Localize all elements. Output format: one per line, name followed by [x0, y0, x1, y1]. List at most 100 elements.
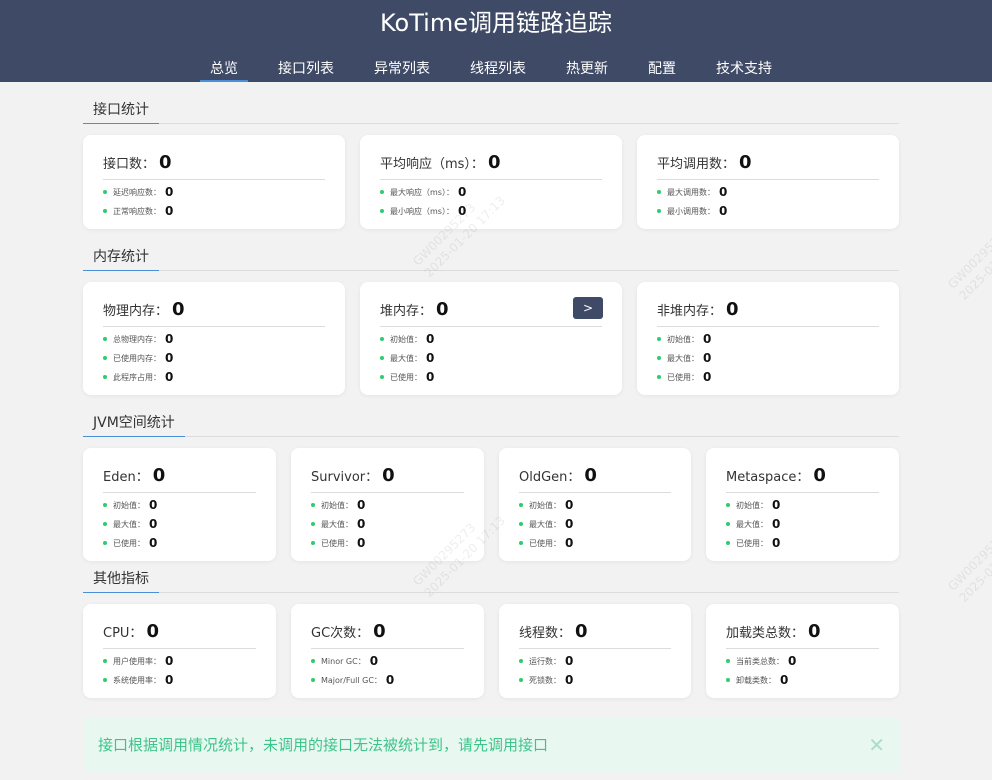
bullet-dot-icon [103, 209, 107, 213]
stat-item: 最大调用数： 0 [657, 184, 727, 200]
stat-item: 总物理内存： 0 [103, 331, 173, 347]
bullet-dot-icon [519, 503, 523, 507]
card-value: 0 [436, 298, 449, 320]
card-label: 平均响应（ms）： [380, 156, 484, 172]
card-eden: Eden： 0 初始值： 0 最大值： 0 已使用： 0 [83, 448, 276, 561]
app-title: KoTime调用链路追踪 [380, 9, 612, 37]
tab-thread-list[interactable]: 线程列表 [466, 58, 530, 82]
bullet-dot-icon [657, 356, 661, 360]
bullet-dot-icon [726, 659, 730, 663]
bullet-dot-icon [380, 337, 384, 341]
stat-item: 延迟响应数： 0 [103, 184, 173, 200]
bullet-dot-icon [726, 522, 730, 526]
bullet-dot-icon [103, 503, 107, 507]
stat-item: 卸载类数： 0 [726, 672, 788, 688]
bullet-dot-icon [380, 356, 384, 360]
divider [311, 492, 464, 493]
bullet-dot-icon [519, 522, 523, 526]
card-loaded-classes: 加载类总数： 0 当前类总数： 0 卸载类数： 0 [706, 604, 899, 698]
bullet-dot-icon [311, 541, 315, 545]
top-header: KoTime调用链路追踪 总览 接口列表 异常列表 线程列表 热更新 配置 技术… [0, 0, 992, 82]
card-label: Metaspace： [726, 469, 810, 485]
tab-overview[interactable]: 总览 [200, 58, 248, 82]
card-value: 0 [159, 151, 172, 173]
section-interface-stats: 接口统计 [83, 100, 899, 124]
stat-item: 已使用内存： 0 [103, 350, 173, 366]
card-value: 0 [584, 464, 597, 486]
stat-item: 最小调用数： 0 [657, 203, 727, 219]
stat-item: 已使用： 0 [519, 535, 573, 551]
stat-item: 系统使用率： 0 [103, 672, 173, 688]
bullet-dot-icon [380, 190, 384, 194]
bullet-dot-icon [103, 190, 107, 194]
stat-item: 最小响应（ms）： 0 [380, 203, 466, 219]
card-label: 物理内存： [103, 303, 169, 319]
heap-detail-button[interactable]: > [573, 297, 603, 319]
info-notice: 接口根据调用情况统计，未调用的接口无法被统计到，请先调用接口 ✕ [83, 718, 899, 772]
card-avg-calls: 平均调用数： 0 最大调用数： 0 最小调用数： 0 [637, 135, 899, 229]
tab-hot-update[interactable]: 热更新 [562, 58, 612, 82]
bullet-dot-icon [103, 659, 107, 663]
close-icon[interactable]: ✕ [868, 718, 885, 772]
stat-item: 初始值： 0 [519, 497, 573, 513]
bullet-dot-icon [311, 659, 315, 663]
stat-item: 初始值： 0 [103, 497, 157, 513]
card-survivor: Survivor： 0 初始值： 0 最大值： 0 已使用： 0 [291, 448, 484, 561]
card-value: 0 [487, 151, 501, 173]
card-oldgen: OldGen： 0 初始值： 0 最大值： 0 已使用： 0 [499, 448, 691, 561]
bullet-dot-icon [380, 375, 384, 379]
section-memory-stats: 内存统计 [83, 247, 899, 271]
stat-item: 已使用： 0 [380, 369, 434, 385]
stat-item: 已使用： 0 [103, 535, 157, 551]
stat-item: 最大值： 0 [726, 516, 780, 532]
card-value: 0 [739, 151, 752, 173]
bullet-dot-icon [726, 678, 730, 682]
notice-text: 接口根据调用情况统计，未调用的接口无法被统计到，请先调用接口 [98, 736, 549, 754]
section-title: JVM空间统计 [83, 413, 185, 437]
card-heap-memory: 堆内存： 0 > 初始值： 0 最大值： 0 已使用： 0 [360, 282, 622, 395]
stat-item: 初始值： 0 [311, 497, 365, 513]
watermark: GW002952732025-01-20 17:13 [945, 216, 992, 303]
bullet-dot-icon [726, 503, 730, 507]
stat-item: Major/Full GC： 0 [311, 672, 394, 688]
stat-item: 死锁数： 0 [519, 672, 573, 688]
bullet-dot-icon [519, 659, 523, 663]
card-value: 0 [808, 620, 821, 642]
tab-exception-list[interactable]: 异常列表 [370, 58, 434, 82]
divider [380, 326, 602, 327]
stat-item: 用户使用率： 0 [103, 653, 173, 669]
section-other-metrics: 其他指标 [83, 569, 899, 593]
bullet-dot-icon [103, 678, 107, 682]
tab-config[interactable]: 配置 [644, 58, 680, 82]
bullet-dot-icon [311, 678, 315, 682]
tab-tech-support[interactable]: 技术支持 [712, 58, 776, 82]
stat-item: 最大值： 0 [103, 516, 157, 532]
stat-item: 最大响应（ms）： 0 [380, 184, 466, 200]
bullet-dot-icon [657, 375, 661, 379]
card-label: Eden： [103, 469, 149, 485]
divider [103, 492, 256, 493]
watermark: GW002952732025-01-20 17:13 [945, 518, 992, 605]
section-title: 接口统计 [83, 100, 159, 124]
stat-item: 初始值： 0 [380, 331, 434, 347]
section-title: 内存统计 [83, 247, 159, 271]
stat-item: Minor GC： 0 [311, 653, 378, 669]
bullet-dot-icon [519, 678, 523, 682]
card-label: Survivor： [311, 469, 379, 485]
stat-item: 运行数： 0 [519, 653, 573, 669]
card-cpu: CPU： 0 用户使用率： 0 系统使用率： 0 [83, 604, 276, 698]
divider [519, 492, 671, 493]
card-value: 0 [373, 620, 386, 642]
divider [380, 179, 602, 180]
card-value: 0 [146, 620, 159, 642]
divider [726, 648, 879, 649]
tab-api-list[interactable]: 接口列表 [274, 58, 338, 82]
card-metaspace: Metaspace： 0 初始值： 0 最大值： 0 已使用： 0 [706, 448, 899, 561]
divider [726, 492, 879, 493]
stat-item: 最大值： 0 [657, 350, 711, 366]
stat-item: 最大值： 0 [519, 516, 573, 532]
bullet-dot-icon [726, 541, 730, 545]
card-label: 线程数： [519, 625, 572, 641]
section-jvm-stats: JVM空间统计 [83, 413, 899, 437]
stat-item: 最大值： 0 [311, 516, 365, 532]
